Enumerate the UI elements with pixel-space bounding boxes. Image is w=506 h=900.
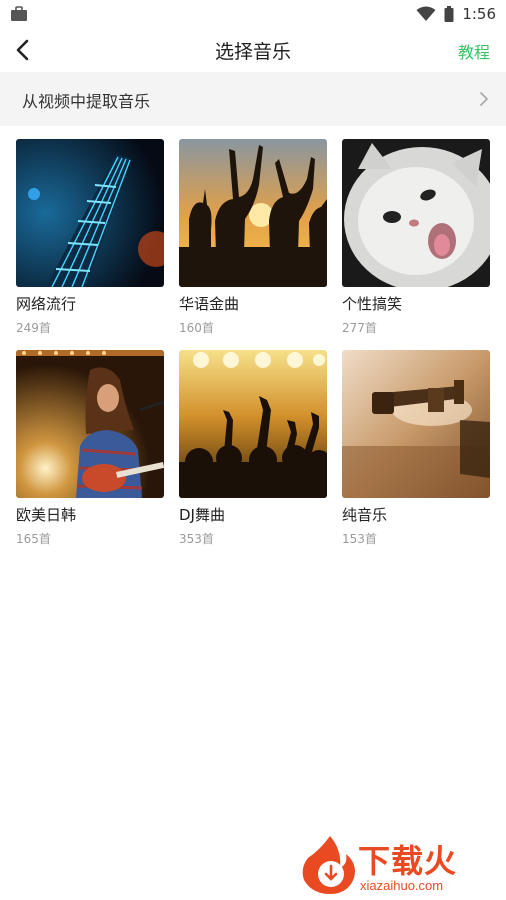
category-count: 165首 — [16, 532, 51, 546]
category-thumbnail — [342, 350, 490, 498]
category-card-pop[interactable]: 网络流行 249首 — [16, 139, 164, 339]
category-thumbnail — [342, 139, 490, 287]
extract-from-video-row[interactable]: 从视频中提取音乐 — [0, 72, 506, 126]
category-card-dj[interactable]: DJ舞曲 353首 — [179, 350, 327, 550]
category-name: 纯音乐 — [342, 506, 388, 524]
category-count: 353首 — [179, 532, 214, 546]
tutorial-link[interactable]: 教程 — [458, 39, 490, 63]
status-time: 1:56 — [462, 5, 496, 23]
category-count: 277首 — [342, 321, 377, 335]
page-title: 选择音乐 — [214, 41, 291, 63]
extract-from-video-label: 从视频中提取音乐 — [22, 92, 151, 111]
category-card-western-jk[interactable]: 欧美日韩 165首 — [16, 350, 164, 550]
category-count: 249首 — [16, 321, 51, 335]
category-name: 个性搞笑 — [342, 295, 403, 313]
category-count: 160首 — [179, 321, 214, 335]
category-thumbnail — [179, 350, 327, 498]
wifi-icon — [416, 6, 436, 21]
notification-icon — [11, 6, 27, 21]
category-name: 欧美日韩 — [16, 506, 77, 524]
chevron-right-icon — [480, 92, 488, 106]
status-bar: 1:56 — [0, 0, 506, 28]
category-card-chinese-hits[interactable]: 华语金曲 160首 — [179, 139, 327, 339]
app-header: 选择音乐 教程 — [0, 28, 506, 72]
category-name: 网络流行 — [16, 295, 77, 313]
category-thumbnail — [16, 139, 164, 287]
category-card-funny[interactable]: 个性搞笑 277首 — [342, 139, 490, 339]
category-name: 华语金曲 — [179, 295, 240, 313]
watermark-brand: 下载火 — [358, 842, 458, 880]
category-count: 153首 — [342, 532, 377, 546]
battery-icon — [444, 6, 454, 22]
category-card-instrumental[interactable]: 纯音乐 153首 — [342, 350, 490, 550]
category-thumbnail — [16, 350, 164, 498]
flame-logo-icon — [302, 836, 355, 894]
watermark: 下载火 xiazaihuo.com — [300, 834, 500, 896]
category-name: DJ舞曲 — [179, 506, 225, 524]
watermark-url: xiazaihuo.com — [360, 878, 444, 893]
category-thumbnail — [179, 139, 327, 287]
